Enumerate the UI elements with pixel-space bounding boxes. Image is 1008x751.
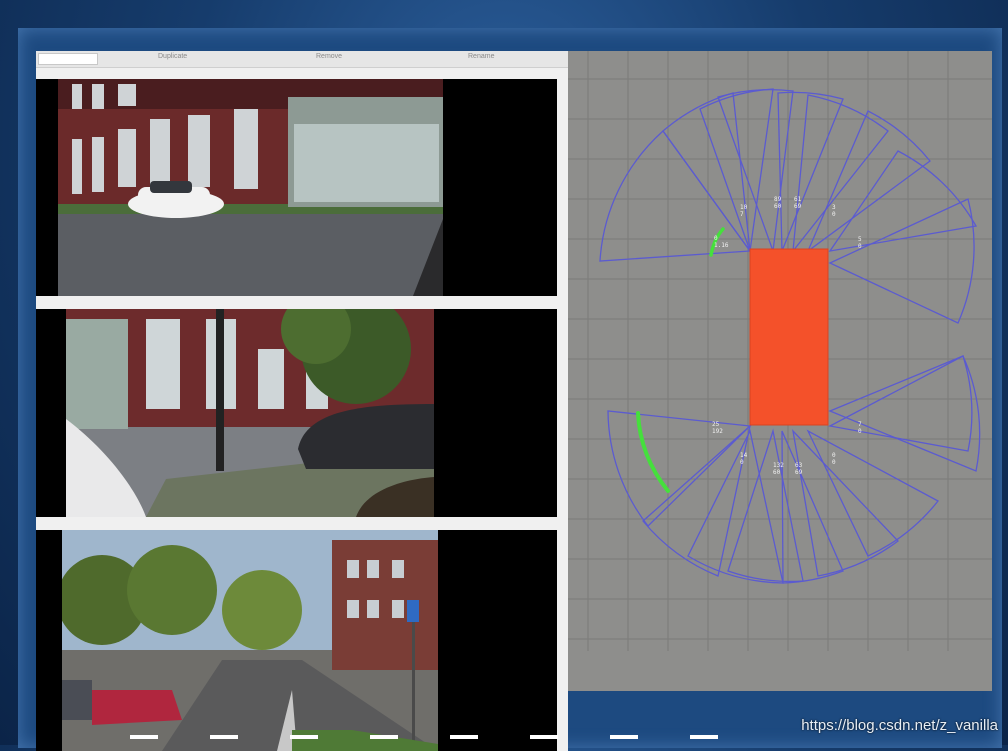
camera-view-front[interactable]: × <box>36 79 557 296</box>
label-top-c-1: 3 <box>832 204 836 211</box>
camera-view-side[interactable]: × <box>36 309 557 517</box>
label-tl-top-2: 7 <box>740 211 744 218</box>
camera-image-front <box>58 79 443 296</box>
camera-image-rear <box>62 530 438 751</box>
subtitle-glyph <box>450 735 478 751</box>
subtitle-glyph <box>290 735 318 751</box>
label-top-b-2: 69 <box>794 203 802 210</box>
subtitle-glyph <box>370 735 398 751</box>
subtitle-glyph <box>130 735 158 751</box>
label-bottom-d-2: 0 <box>832 459 836 466</box>
label-left-bottom-2: 192 <box>712 428 723 435</box>
label-bottom-c-2: 69 <box>795 469 803 476</box>
label-left-bottom-1: 25 <box>712 421 720 428</box>
rename-button[interactable]: Rename <box>468 53 494 60</box>
label-right-bottom-1: 7 <box>858 421 862 428</box>
watermark-text: https://blog.csdn.net/z_vanilla <box>801 717 998 734</box>
label-right-bottom-2: 0 <box>858 428 862 435</box>
label-bottom-a-2: 0 <box>740 459 744 466</box>
camera-image-side <box>66 309 434 517</box>
label-right-top-2: 0 <box>858 243 862 250</box>
label-top-a-2: 60 <box>774 203 782 210</box>
radar-view[interactable]: 10 7 89 60 61 69 3 0 5 0 0 1.16 25 192 7… <box>568 51 992 691</box>
name-field[interactable] <box>38 53 98 65</box>
label-bottom-b-2: 60 <box>773 469 781 476</box>
subtitle-strip <box>100 735 880 745</box>
label-top-b-1: 61 <box>794 196 802 203</box>
toolbar: Duplicate Remove Rename <box>36 51 568 68</box>
label-bottom-b-1: 132 <box>773 462 784 469</box>
label-bottom-d-1: 0 <box>832 452 836 459</box>
duplicate-button[interactable]: Duplicate <box>158 53 187 60</box>
label-left-arc-1: 0 <box>714 235 718 242</box>
remove-button[interactable]: Remove <box>316 53 342 60</box>
camera-panel: Duplicate Remove Rename × <box>36 51 568 751</box>
subtitle-glyph <box>210 735 238 751</box>
label-bottom-c-1: 63 <box>795 462 803 469</box>
label-right-top-1: 5 <box>858 236 862 243</box>
label-tl-top-1: 10 <box>740 204 748 211</box>
label-top-c-2: 0 <box>832 211 836 218</box>
subtitle-glyph <box>610 735 638 751</box>
camera-view-rear[interactable]: × <box>36 530 557 751</box>
label-bottom-a-1: 14 <box>740 452 748 459</box>
label-top-a-1: 89 <box>774 196 782 203</box>
subtitle-glyph <box>530 735 558 751</box>
subtitle-glyph <box>690 735 718 751</box>
vehicle-box <box>749 248 829 426</box>
label-left-arc-2: 1.16 <box>714 242 729 249</box>
